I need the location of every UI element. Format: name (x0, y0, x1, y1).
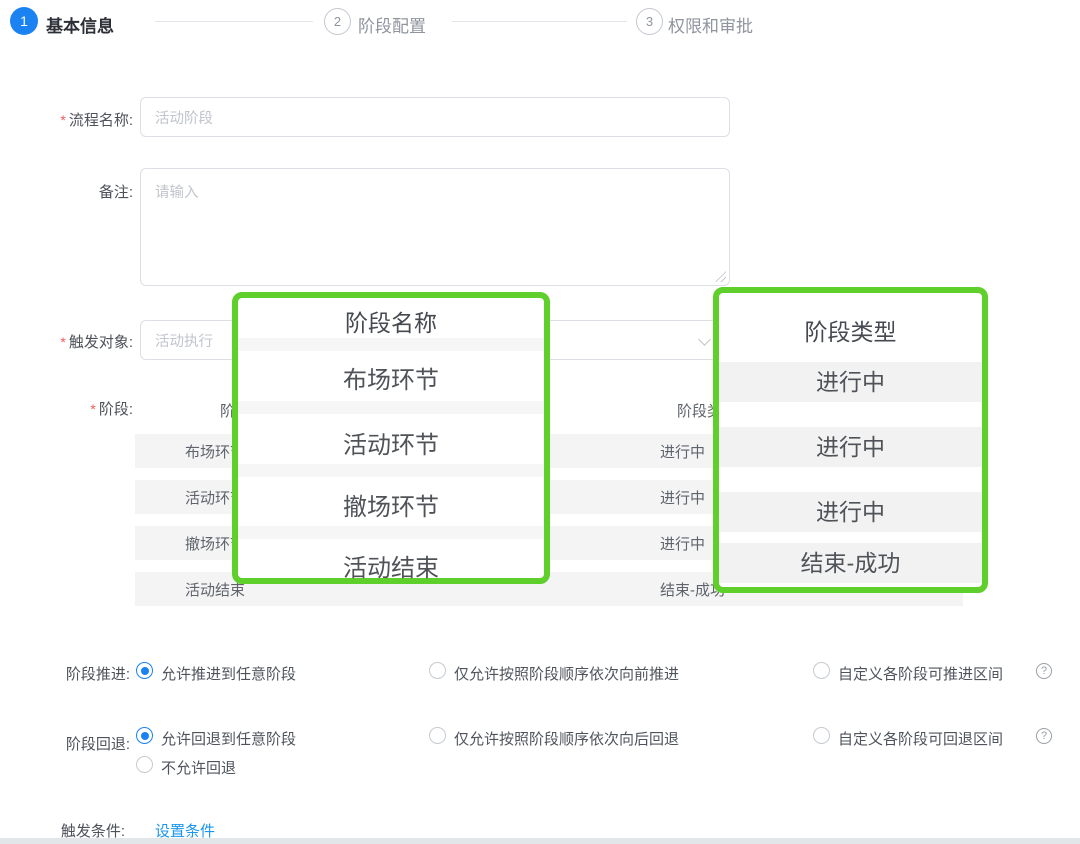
radio-advance-custom[interactable] (813, 662, 830, 679)
radio-advance-custom-label[interactable]: 自定义各阶段可推进区间 (838, 663, 1003, 684)
step-1-label[interactable]: 基本信息 (46, 12, 114, 37)
callout-row: 活动环节 (238, 425, 544, 460)
required-asterisk: * (90, 401, 95, 417)
stripe (238, 464, 544, 477)
help-icon[interactable]: ? (1036, 663, 1052, 679)
radio-rollback-any-label[interactable]: 允许回退到任意阶段 (161, 728, 296, 749)
stage-label: *阶段: (0, 398, 133, 419)
trigger-object-label: *触发对象: (0, 331, 133, 352)
required-asterisk: * (60, 112, 65, 128)
callout-row: 布场环节 (238, 360, 544, 395)
bottom-divider (0, 838, 1080, 844)
help-icon[interactable]: ? (1036, 728, 1052, 744)
callout-row: 进行中 (719, 362, 982, 402)
radio-advance-any-label[interactable]: 允许推进到任意阶段 (161, 663, 296, 684)
radio-rollback-custom[interactable] (813, 727, 830, 744)
radio-advance-any[interactable] (136, 662, 153, 679)
stage-type-cell: 进行中 (660, 441, 705, 462)
radio-advance-sequential[interactable] (429, 662, 446, 679)
stripe (238, 338, 544, 351)
radio-rollback-sequential-label[interactable]: 仅允许按照阶段顺序依次向后回退 (454, 728, 679, 749)
resize-handle-icon[interactable] (715, 271, 726, 282)
radio-rollback-none[interactable] (136, 756, 153, 773)
step-1-circle[interactable]: 1 (10, 7, 38, 35)
process-name-input[interactable]: 活动阶段 (140, 97, 730, 137)
step-connector-2 (452, 21, 627, 22)
callout-row: 结束-成功 (719, 543, 982, 583)
radio-rollback-sequential[interactable] (429, 727, 446, 744)
required-asterisk: * (60, 334, 65, 350)
remark-textarea[interactable]: 请输入 (140, 168, 730, 286)
trigger-object-value: 活动执行 (155, 330, 213, 351)
radio-rollback-custom-label[interactable]: 自定义各阶段可回退区间 (838, 728, 1003, 749)
callout-header: 阶段名称 (238, 304, 544, 338)
callout-row: 活动结束 (238, 548, 544, 583)
step-2-circle[interactable]: 2 (324, 8, 351, 35)
step-3-circle[interactable]: 3 (636, 8, 663, 35)
stage-advance-label: 阶段推进: (0, 663, 130, 684)
process-name-placeholder: 活动阶段 (155, 107, 213, 128)
step-3-label[interactable]: 权限和审批 (668, 12, 753, 37)
step-connector-1 (155, 21, 313, 22)
radio-advance-sequential-label[interactable]: 仅允许按照阶段顺序依次向前推进 (454, 663, 679, 684)
callout-row: 进行中 (719, 492, 982, 532)
stage-type-cell: 进行中 (660, 533, 705, 554)
stripe (238, 401, 544, 414)
radio-rollback-any[interactable] (136, 727, 153, 744)
stage-type-magnifier-callout: 阶段类型 进行中 进行中 进行中 结束-成功 (713, 287, 988, 593)
stage-rollback-label: 阶段回退: (0, 733, 130, 754)
radio-rollback-none-label[interactable]: 不允许回退 (161, 757, 236, 778)
callout-row: 撤场环节 (238, 487, 544, 522)
callout-header: 阶段类型 (719, 313, 982, 347)
step-2-label[interactable]: 阶段配置 (358, 12, 426, 37)
callout-row: 进行中 (719, 427, 982, 467)
chevron-down-icon (698, 333, 711, 346)
stripe (238, 526, 544, 539)
stage-flow-wizard: 1 基本信息 2 阶段配置 3 权限和审批 *流程名称: 活动阶段 备注: 请输… (0, 0, 1080, 844)
remark-label: 备注: (0, 181, 133, 202)
stage-name-magnifier-callout: 阶段名称 布场环节 活动环节 撤场环节 活动结束 (232, 292, 550, 584)
remark-placeholder: 请输入 (155, 185, 199, 201)
stage-type-cell: 进行中 (660, 487, 705, 508)
process-name-label: *流程名称: (0, 109, 133, 130)
